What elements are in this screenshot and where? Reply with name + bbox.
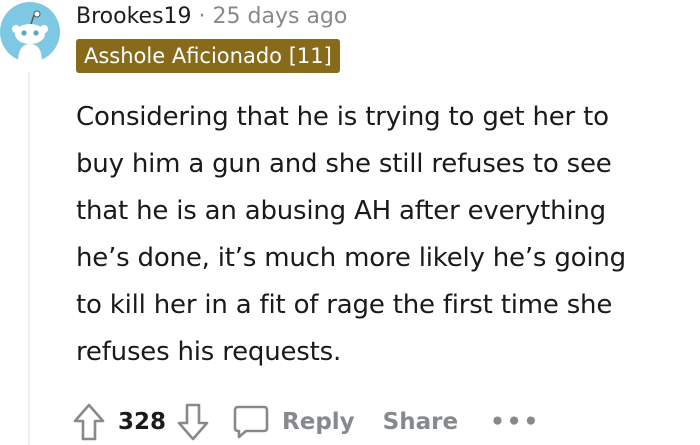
separator-dot: ·: [198, 3, 206, 29]
comment-line: refuses his requests.: [76, 337, 342, 367]
reply-button[interactable]: Reply: [232, 403, 355, 441]
upvote-arrow-icon[interactable]: [72, 402, 106, 442]
avatar-icon[interactable]: [0, 2, 60, 62]
comment-actions: 328 Reply Share •••: [72, 398, 540, 445]
comment-bubble-icon: [232, 403, 270, 441]
downvote-arrow-icon[interactable]: [176, 402, 210, 442]
share-button[interactable]: Share: [383, 409, 458, 435]
comment-header: Brookes19 · 25 days ago: [76, 0, 347, 32]
comment-line: to kill her in a fit of rage the first t…: [76, 290, 613, 320]
more-options-button[interactable]: •••: [490, 409, 540, 435]
thread-line[interactable]: [28, 72, 30, 445]
comment-line: Considering that he is trying to get her…: [76, 102, 609, 132]
reply-label: Reply: [282, 409, 355, 435]
comment-line: buy him a gun and she still refuses to s…: [76, 149, 612, 179]
vote-count: 328: [118, 409, 167, 435]
comment-body: Considering that he is trying to get her…: [76, 94, 696, 376]
username-link[interactable]: Brookes19: [76, 4, 192, 29]
comment-line: that he is an abusing AH after everythin…: [76, 196, 606, 226]
comment: Brookes19 · 25 days ago Asshole Aficiona…: [0, 0, 700, 445]
timestamp[interactable]: 25 days ago: [213, 4, 348, 29]
user-flair: Asshole Aficionado [11]: [76, 39, 340, 73]
comment-line: he’s done, it’s much more likely he’s go…: [76, 243, 626, 273]
